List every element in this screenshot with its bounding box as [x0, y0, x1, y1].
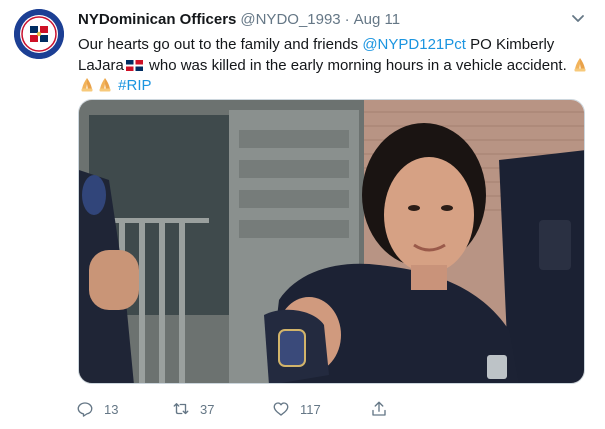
like-button[interactable]: 117 [272, 398, 321, 420]
author-handle[interactable]: @NYDO_1993 [240, 11, 340, 28]
folded-hands-icon [81, 78, 93, 92]
hashtag-link[interactable]: #RIP [118, 77, 151, 94]
reply-count: 13 [104, 401, 119, 417]
photo-officer-image [79, 100, 584, 383]
nydo-logo-icon [14, 9, 64, 59]
tweet-date[interactable]: Aug 11 [354, 11, 400, 28]
like-count: 117 [300, 401, 321, 417]
tweet-photo[interactable] [78, 99, 585, 384]
dominican-flag-icon [125, 59, 143, 71]
folded-hands-icon [99, 78, 111, 92]
retweet-count: 37 [200, 401, 215, 417]
tweet-text-part: Our hearts go out to the family and frie… [78, 36, 363, 53]
header-separator: · [344, 11, 350, 28]
heart-icon [273, 402, 289, 416]
tweet-text: Our hearts go out to the family and frie… [78, 35, 593, 97]
tweet-header: NYDominican Officers @NYDO_1993 · Aug 11 [78, 10, 400, 30]
tweet-actions: 13 37 117 [76, 398, 496, 420]
share-button[interactable] [370, 398, 388, 420]
folded-hands-icon [574, 57, 586, 71]
author-name[interactable]: NYDominican Officers [78, 11, 236, 28]
retweet-icon [173, 403, 189, 415]
tweet-text-part: who was killed in the early morning hour… [144, 56, 571, 74]
reply-icon [77, 402, 93, 417]
share-icon [372, 401, 386, 416]
retweet-button[interactable]: 37 [172, 398, 214, 420]
chevron-down-icon[interactable] [570, 12, 586, 26]
tweet-card[interactable]: NYDominican Officers @NYDO_1993 · Aug 11 Ou… [0, 0, 605, 429]
mention-link[interactable]: @NYPD121Pct [362, 36, 466, 53]
avatar[interactable] [14, 9, 64, 59]
reply-button[interactable]: 13 [76, 398, 118, 420]
